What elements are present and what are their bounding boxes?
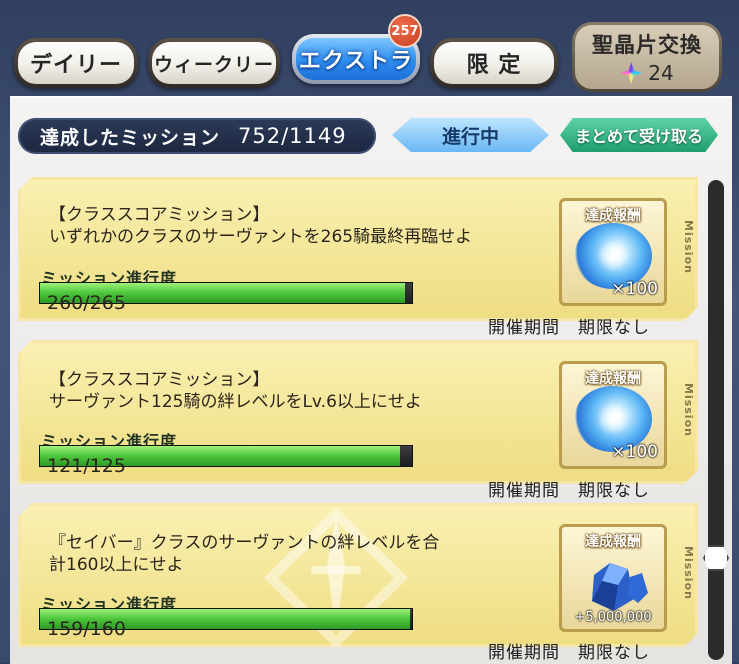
mission-description: 【クラススコアミッション】 いずれかのクラスのサーヴァントを265騎最終再臨せよ	[49, 205, 473, 247]
qp-crystal-icon	[580, 555, 652, 615]
tab-weekly[interactable]: ウィークリー	[148, 38, 280, 88]
reward-title: 達成報酬	[585, 534, 641, 550]
reward-box[interactable]: 達成報酬 +5,000,000	[559, 524, 667, 632]
quartz-fragment-icon	[620, 62, 643, 84]
reward-box[interactable]: 達成報酬 ×100	[559, 361, 667, 469]
tab-weekly-label: ウィークリー	[152, 42, 276, 84]
receive-all-button[interactable]: まとめて受け取る	[560, 118, 718, 152]
tab-limited-label: 限 定	[434, 42, 554, 84]
mission-tag: Mission	[682, 546, 695, 600]
progress-value: 159/160	[47, 618, 126, 640]
tab-limited[interactable]: 限 定	[430, 38, 558, 88]
mission-card[interactable]: 『セイバー』クラスのサーヴァントの絆レベルを合 計160以上にせよ ミッション進…	[18, 503, 698, 647]
mission-card[interactable]: 【クラススコアミッション】 いずれかのクラスのサーヴァントを265騎最終再臨せよ…	[18, 177, 698, 321]
mission-period: 開催期間 期限なし	[488, 481, 650, 501]
scrollbar-track[interactable]	[708, 180, 724, 660]
mission-tag: Mission	[682, 383, 695, 437]
mission-tag: Mission	[682, 220, 695, 274]
exchange-label: 聖晶片交換	[592, 33, 702, 57]
mission-period: 開催期間 期限なし	[488, 643, 650, 663]
tab-daily[interactable]: デイリー	[14, 38, 138, 88]
mission-description: 『セイバー』クラスのサーヴァントの絆レベルを合 計160以上にせよ	[49, 533, 440, 575]
completed-missions-label: 達成したミッション	[40, 126, 221, 149]
mission-screen: { "tabs": [ {"label": "デイリー"}, {"label":…	[0, 0, 739, 664]
reward-quantity: +5,000,000	[574, 610, 652, 625]
reward-title: 達成報酬	[585, 208, 641, 224]
reward-quantity: ×100	[611, 442, 658, 462]
progress-value: 121/125	[47, 455, 126, 477]
exchange-count: 24	[648, 61, 674, 85]
in-progress-filter-button[interactable]: 進行中	[392, 118, 549, 152]
mission-card[interactable]: 【クラススコアミッション】 サーヴァント125騎の絆レベルをLv.6以上にせよ …	[18, 340, 698, 484]
mission-description: 【クラススコアミッション】 サーヴァント125騎の絆レベルをLv.6以上にせよ	[49, 370, 422, 412]
reward-title: 達成報酬	[585, 371, 641, 387]
tab-daily-label: デイリー	[18, 42, 134, 84]
completed-missions-bar: 達成したミッション 752/1149	[18, 118, 376, 154]
quartz-fragment-exchange-button[interactable]: 聖晶片交換 24	[572, 22, 722, 92]
reward-quantity: ×100	[611, 279, 658, 299]
mission-period: 開催期間 期限なし	[488, 318, 650, 338]
tab-extra-badge: 257	[388, 14, 422, 48]
progress-value: 260/265	[47, 292, 126, 314]
tab-extra[interactable]: エクストラ 257	[292, 14, 422, 84]
reward-box[interactable]: 達成報酬 ×100	[559, 198, 667, 306]
completed-missions-value: 752/1149	[238, 124, 347, 148]
